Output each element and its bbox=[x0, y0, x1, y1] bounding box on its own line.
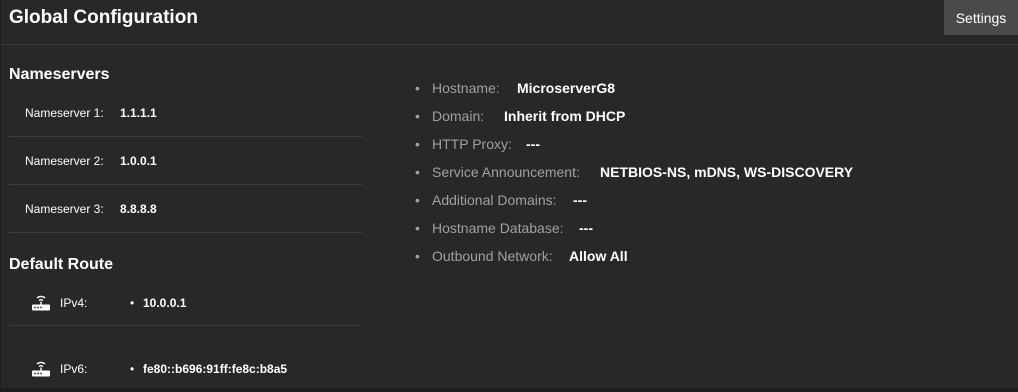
list-bullet: • bbox=[415, 80, 420, 96]
nameserver-row: Nameserver 3: 8.8.8.8 bbox=[9, 185, 362, 233]
route-label: IPv6: bbox=[60, 362, 88, 376]
nameserver-row: Nameserver 1: 1.1.1.1 bbox=[9, 89, 362, 137]
nameserver-value: 8.8.8.8 bbox=[120, 202, 157, 216]
route-value: 10.0.0.1 bbox=[143, 296, 187, 310]
nameserver-value: 1.1.1.1 bbox=[120, 106, 157, 120]
info-label: Hostname: bbox=[432, 80, 500, 96]
info-label: HTTP Proxy: bbox=[432, 136, 512, 152]
nameserver-value: 1.0.0.1 bbox=[120, 154, 157, 168]
nameservers-title: Nameservers bbox=[9, 66, 110, 83]
info-value: MicroserverG8 bbox=[517, 80, 616, 96]
card-title: Global Configuration bbox=[9, 7, 198, 28]
list-bullet: • bbox=[415, 220, 420, 236]
list-bullet: • bbox=[415, 136, 420, 152]
route-bullet: • bbox=[130, 362, 135, 376]
nameserver-label: Nameserver 1: bbox=[25, 106, 104, 120]
info-label: Hostname Database: bbox=[432, 220, 564, 236]
info-label: Service Announcement: bbox=[432, 164, 580, 180]
route-label: IPv4: bbox=[60, 296, 88, 310]
info-value: --- bbox=[579, 220, 593, 236]
info-label: Additional Domains: bbox=[432, 192, 557, 208]
list-bullet: • bbox=[415, 108, 420, 124]
route-value: fe80::b696:91ff:fe8c:b8a5 bbox=[143, 362, 288, 376]
list-bullet: • bbox=[415, 164, 420, 180]
info-value: NETBIOS-NS, mDNS, WS-DISCOVERY bbox=[600, 164, 854, 180]
router-icon bbox=[31, 359, 51, 377]
router-icon bbox=[31, 293, 51, 311]
card-header: Global Configuration Settings bbox=[1, 0, 1018, 45]
nameserver-row: Nameserver 2: 1.0.0.1 bbox=[9, 137, 362, 185]
info-value: --- bbox=[573, 192, 587, 208]
global-configuration-card: Global Configuration Settings Nameserver… bbox=[1, 0, 1018, 388]
nameserver-label: Nameserver 3: bbox=[25, 202, 104, 216]
list-bullet: • bbox=[415, 248, 420, 264]
settings-button[interactable]: Settings bbox=[944, 0, 1018, 35]
nameserver-label: Nameserver 2: bbox=[25, 154, 104, 168]
route-row-ipv6: IPv6: • fe80::b696:91ff:fe8c:b8a5 bbox=[9, 336, 362, 392]
route-row-ipv4: IPv4: • 10.0.0.1 bbox=[9, 270, 362, 326]
info-label: Domain: bbox=[432, 108, 485, 124]
list-bullet: • bbox=[415, 192, 420, 208]
info-value: Inherit from DHCP bbox=[504, 108, 626, 124]
info-label: Outbound Network: bbox=[432, 248, 553, 264]
info-value: --- bbox=[526, 136, 540, 152]
info-value: Allow All bbox=[569, 248, 628, 264]
route-bullet: • bbox=[130, 296, 135, 310]
